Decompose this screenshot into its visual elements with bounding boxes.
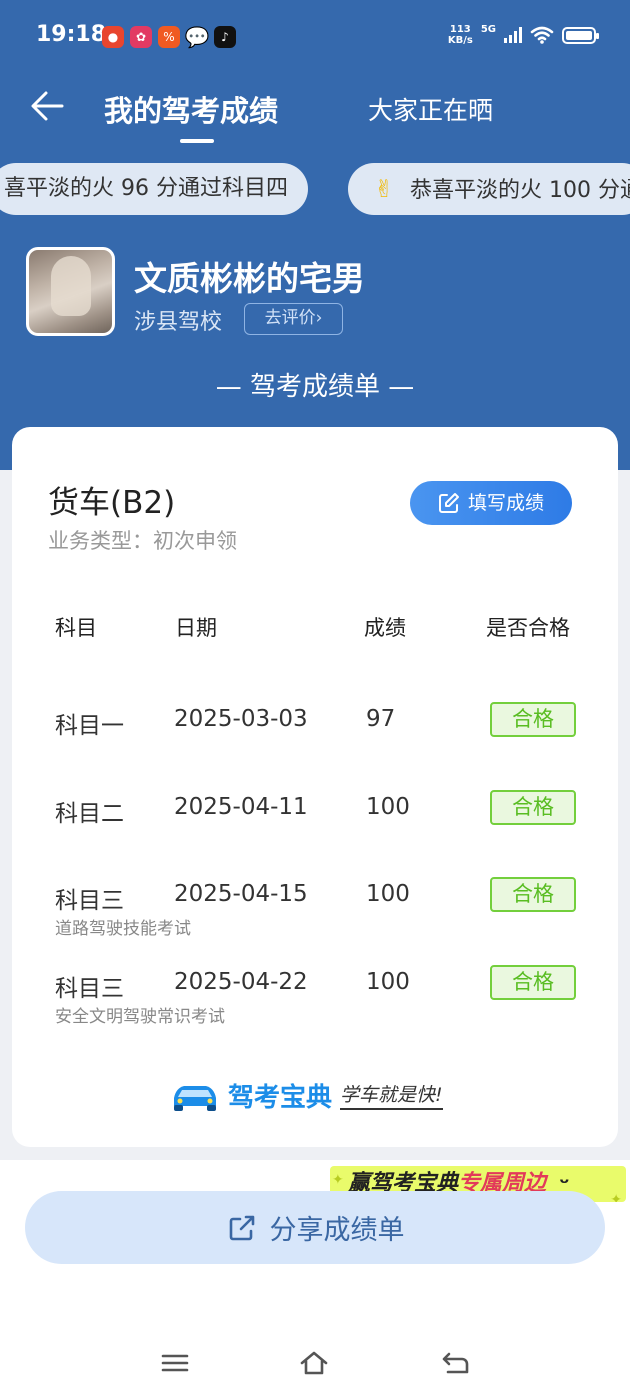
sparkle-icon: ✦ [610,1192,622,1202]
fill-score-button[interactable]: 填写成绩 [410,481,572,525]
table-row: 科目二 2025-04-11 100 合格 [12,790,618,864]
score-card: 货车(B2) 业务类型：初次申领 填写成绩 科目 日期 成绩 是否合格 科目一 … [12,427,618,1147]
net-speed: 113 KB/s [448,24,473,46]
wifi-icon [530,26,554,44]
row-subject: 科目二 [55,801,124,827]
app-pink-icon: ✿ [130,26,152,48]
avatar[interactable] [26,247,115,336]
rate-button-label: 去评价 [264,308,316,328]
marquee-item: 喜平淡的火 96 分通过科目四 [0,163,308,215]
user-name: 文质彬彬的宅男 [134,259,365,298]
driving-school-name: 涉县驾校 [134,310,223,335]
row-subject: 科目一 [55,713,124,739]
marquee-text: 喜平淡的火 96 分通过科目四 [4,176,288,201]
chevron-right-icon: › [315,308,323,328]
brand-logo: 驾考宝典 学车就是快! [170,1075,443,1115]
row-score: 97 [366,706,396,732]
chat-bubble-icon: 💬 [184,25,210,49]
header-subject: 科目 [55,616,97,640]
marquee-item: ✌ 恭喜平淡的火 100 分通 [348,163,630,215]
report-title: — 驾考成绩单 — [215,372,415,402]
row-note: 道路驾驶技能考试 [55,919,191,939]
signal-icon [504,27,522,43]
row-date: 2025-04-15 [174,881,308,907]
net-speed-value: 113 [449,24,471,35]
system-nav-bar [0,1330,630,1400]
share-button-label: 分享成绩单 [269,1215,405,1246]
table-row: 科目三 2025-04-15 100 合格 道路驾驶技能考试 [12,877,618,951]
app-red-icon: ● [102,26,124,48]
row-score: 100 [366,794,410,820]
row-subject: 科目三 [55,888,124,914]
rate-school-button[interactable]: 去评价› [244,303,343,335]
row-subject: 科目三 [55,976,124,1002]
row-date: 2025-04-11 [174,794,308,820]
vehicle-type: 货车(B2) [48,485,176,521]
share-icon [229,1215,254,1240]
row-date: 2025-04-22 [174,969,308,995]
tab-my-scores[interactable]: 我的驾考成绩 [104,88,278,130]
battery-icon [562,26,599,44]
tab-everyone-sharing[interactable]: 大家正在晒 [368,91,493,127]
fill-score-label: 填写成绩 [467,492,544,514]
menu-icon[interactable] [160,1348,190,1378]
network-type: 5G [480,23,496,35]
row-score: 100 [366,969,410,995]
car-icon [174,1086,216,1111]
active-tab-indicator [180,139,214,143]
header-date: 日期 [175,616,217,640]
business-type: 业务类型：初次申领 [48,529,237,553]
row-note: 安全文明驾驶常识考试 [55,1007,225,1027]
status-bar: 19:18 ● ✿ % 💬 ♪ 113 KB/s 5G [0,0,630,76]
pass-badge: 合格 [490,965,576,1000]
back-arrow-icon[interactable] [28,86,68,126]
row-score: 100 [366,881,410,907]
victory-hand-icon: ✌ [374,175,395,203]
table-row: 科目一 2025-03-03 97 合格 [12,702,618,776]
app-orange-icon: % [158,26,180,48]
brand-slogan: 学车就是快! [340,1080,443,1110]
back-icon[interactable] [440,1348,470,1378]
net-speed-unit: KB/s [447,35,473,46]
status-app-icons: ● ✿ % 💬 ♪ [102,25,236,49]
share-report-button[interactable]: 分享成绩单 [25,1191,605,1264]
pass-badge: 合格 [490,877,576,912]
status-time: 19:18 [36,22,107,47]
table-row: 科目三 2025-04-22 100 合格 安全文明驾驶常识考试 [12,965,618,1039]
marquee-text: 恭喜平淡的火 100 分通 [410,178,630,203]
pass-badge: 合格 [490,790,576,825]
header-score: 成绩 [364,616,406,640]
row-date: 2025-03-03 [174,706,308,732]
tiktok-icon: ♪ [214,26,236,48]
brand-name: 驾考宝典 [228,1082,333,1113]
home-icon[interactable] [299,1348,329,1378]
pass-badge: 合格 [490,702,576,737]
header-pass: 是否合格 [486,616,570,640]
edit-icon [438,493,459,513]
status-indicators: 113 KB/s 5G [448,23,599,46]
